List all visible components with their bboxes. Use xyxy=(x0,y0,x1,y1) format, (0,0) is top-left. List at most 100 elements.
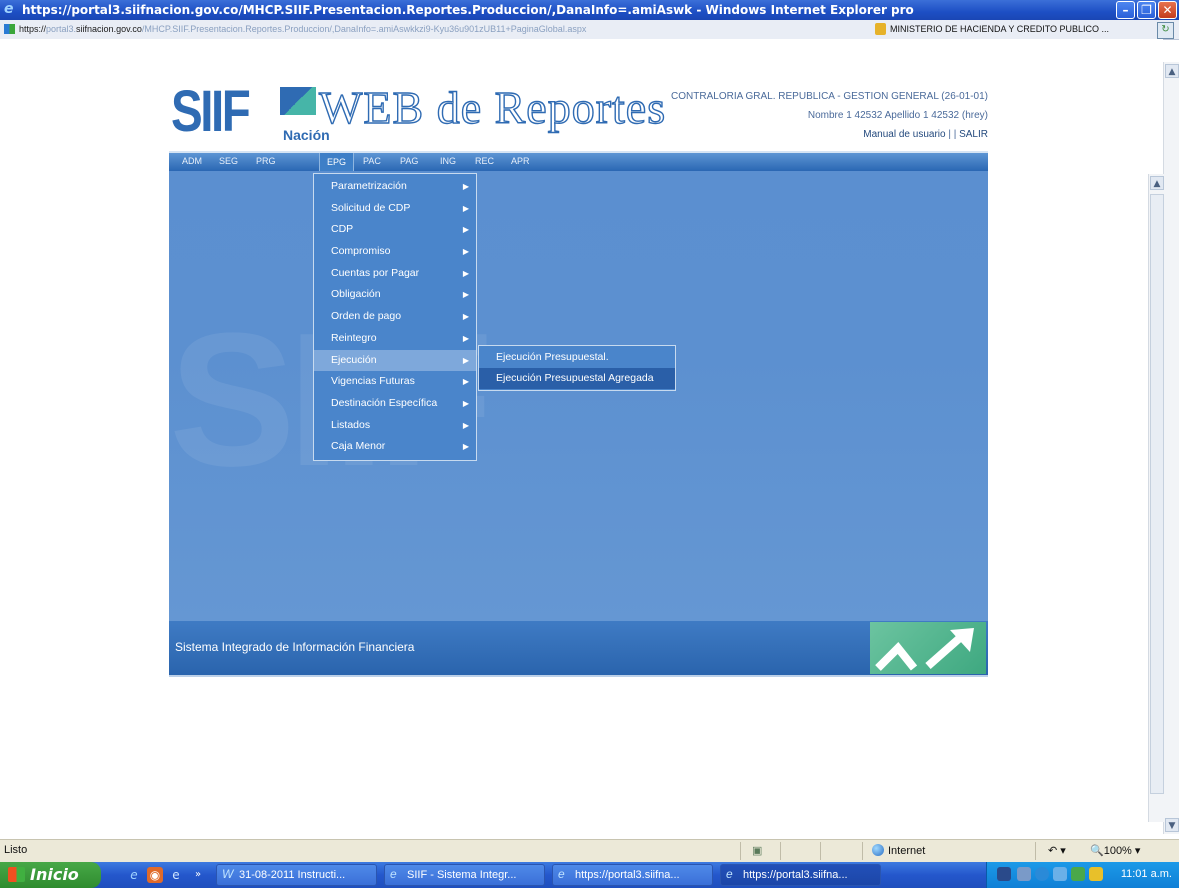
scroll-down-icon[interactable]: ▼ xyxy=(1165,818,1179,832)
manual-link[interactable]: Manual de usuario xyxy=(863,129,945,140)
task-siif[interactable]: e SIIF - Sistema Integr... xyxy=(384,864,545,886)
nav-ing[interactable]: ING xyxy=(440,156,456,166)
nav-prg[interactable]: PRG xyxy=(256,156,276,166)
shield-icon[interactable] xyxy=(1071,867,1085,881)
chevron-right-icon: ▶ xyxy=(462,225,469,235)
menu-item-listados[interactable]: Listados ▶ xyxy=(314,415,476,437)
task-browser-1[interactable]: e https://portal3.siifna... xyxy=(552,864,713,886)
siif-logo: SIIF Nación xyxy=(171,79,332,144)
menu-item-parametrizacion[interactable]: Parametrización ▶ xyxy=(314,176,476,198)
menu-item-compromiso[interactable]: Compromiso ▶ xyxy=(314,241,476,263)
clock: 11:01 a.m. xyxy=(1120,868,1172,880)
chevron-right-icon: ▶ xyxy=(462,182,469,191)
system-tray: 11:01 a.m. xyxy=(986,862,1179,888)
inner-scroll-up-icon[interactable]: ▲ xyxy=(1150,176,1164,190)
chevron-right-icon: ▶ xyxy=(462,247,469,257)
minimize-button[interactable]: – xyxy=(1116,1,1135,19)
task-browser-2[interactable]: e https://portal3.siifna... xyxy=(720,864,881,886)
menu-item-caja-menor[interactable]: Caja Menor ▶ xyxy=(314,436,476,458)
outer-scrollbar[interactable]: ▲ ▼ xyxy=(1163,62,1179,834)
nav-pag[interactable]: PAG xyxy=(400,156,418,166)
window-title-bar[interactable]: e https://portal3.siifnacion.gov.co/MHCP… xyxy=(0,0,1179,20)
submenu-ejecucion-presupuestal[interactable]: Ejecución Presupuestal. xyxy=(479,347,675,368)
chevron-right-icon: ▶ xyxy=(462,268,469,278)
nav-seg[interactable]: SEG xyxy=(219,156,238,166)
chevron-right-icon: ▶ xyxy=(462,290,469,300)
network-icon[interactable] xyxy=(1017,867,1031,881)
nav-rec[interactable]: REC xyxy=(475,156,494,166)
chevron-right-icon: ▶ xyxy=(462,442,469,452)
status-bar: Listo ▣ Internet ↶ ▾ 🔍100% ▾ xyxy=(0,839,1179,863)
menu-item-obligacion[interactable]: Obligación ▶ xyxy=(314,284,476,306)
quicklaunch-more-icon[interactable]: » xyxy=(190,867,206,883)
main-panel: SIIF xyxy=(169,171,988,621)
menu-item-cdp[interactable]: CDP ▶ xyxy=(314,219,476,241)
start-button[interactable]: Inicio xyxy=(0,862,101,888)
ie-icon: e xyxy=(726,867,733,881)
chevron-right-icon: ▶ xyxy=(462,420,469,430)
app-title: WEB de Reportes xyxy=(318,81,667,133)
entity-label: CONTRALORIA GRAL. REPUBLICA - GESTION GE… xyxy=(671,91,988,102)
app-header: SIIF Nación WEB de Reportes CONTRALORIA … xyxy=(169,77,988,151)
page-icon: ▣ xyxy=(752,845,763,857)
menu-item-solicitud-cdp[interactable]: Solicitud de CDP ▶ xyxy=(314,198,476,220)
menu-item-orden-de-pago[interactable]: Orden de pago ▶ xyxy=(314,306,476,328)
quicklaunch-app-icon[interactable]: ◉ xyxy=(147,867,163,883)
address-bar[interactable]: https://portal3.siifnacion.gov.co/MHCP.S… xyxy=(0,20,1179,40)
restore-button[interactable]: ❐ xyxy=(1137,1,1156,19)
scroll-thumb[interactable] xyxy=(1150,194,1164,794)
submenu-ejecucion-presupuestal-agregada[interactable]: Ejecución Presupuestal Agregada xyxy=(479,368,675,389)
nav-adm[interactable]: ADM xyxy=(182,156,202,166)
globe-icon xyxy=(872,844,884,856)
user-label: Nombre 1 42532 Apellido 1 42532 (hrey) xyxy=(807,110,988,121)
url-text[interactable]: https://portal3.siifnacion.gov.co/MHCP.S… xyxy=(19,24,586,34)
nav-pac[interactable]: PAC xyxy=(363,156,381,166)
nav-apr[interactable]: APR xyxy=(511,156,530,166)
ie-icon: e xyxy=(558,867,565,881)
chevron-right-icon: ▶ xyxy=(462,377,469,387)
logo-mark-icon xyxy=(280,87,316,115)
app-footer: Sistema Integrado de Información Financi… xyxy=(169,621,988,677)
certificate-label[interactable]: MINISTERIO DE HACIENDA Y CREDITO PUBLICO… xyxy=(890,24,1109,34)
quicklaunch-ie2-icon[interactable]: e xyxy=(168,867,184,883)
quicklaunch-ie-icon[interactable]: e xyxy=(126,867,142,883)
update-icon[interactable] xyxy=(1089,867,1103,881)
nav-epg[interactable]: EPG xyxy=(319,153,355,171)
menu-item-reintegro[interactable]: Reintegro ▶ xyxy=(314,328,476,350)
ie-icon: e xyxy=(4,1,14,17)
close-button[interactable]: ✕ xyxy=(1158,1,1177,19)
chevron-right-icon: ▶ xyxy=(462,355,469,365)
chevron-right-icon: ▶ xyxy=(462,312,469,322)
logout-link[interactable]: SALIR xyxy=(959,129,988,140)
menu-item-vigencias-futuras[interactable]: Vigencias Futuras ▶ xyxy=(314,371,476,393)
zoom-control[interactable]: 🔍100% ▾ xyxy=(1090,844,1140,857)
menu-item-destinacion-especifica[interactable]: Destinación Específica ▶ xyxy=(314,393,476,415)
protected-mode-icon[interactable]: ↶ ▾ xyxy=(1048,844,1066,857)
help-icon[interactable] xyxy=(997,867,1011,881)
ejecucion-submenu: Ejecución Presupuestal. Ejecución Presup… xyxy=(478,345,676,391)
epg-dropdown-menu: Parametrización ▶ Solicitud de CDP ▶ CDP ▶ … xyxy=(313,173,477,461)
menu-item-ejecucion[interactable]: Ejecución ▶ xyxy=(314,349,476,372)
word-icon: W xyxy=(222,867,234,881)
refresh-icon[interactable]: ↻ xyxy=(1157,22,1174,39)
favicon-icon xyxy=(4,24,15,34)
ie-icon: e xyxy=(390,867,397,881)
footer-logo-icon xyxy=(870,622,986,674)
task-word-document[interactable]: W 31-08-2011 Instructi... xyxy=(216,864,377,886)
window-title: https://portal3.siifnacion.gov.co/MHCP.S… xyxy=(22,3,914,17)
main-nav: ADM SEG PRG EPG PAC PAG ING REC APR xyxy=(169,151,988,171)
windows-flag-icon xyxy=(8,867,25,882)
chevron-right-icon: ▶ xyxy=(462,333,469,343)
zone-label: Internet xyxy=(872,844,925,857)
arrow-left-icon[interactable] xyxy=(1035,867,1049,881)
footer-text: Sistema Integrado de Información Financi… xyxy=(175,640,415,654)
chevron-right-icon: ▶ xyxy=(462,203,469,213)
scroll-up-icon[interactable]: ▲ xyxy=(1165,64,1179,78)
lock-icon[interactable] xyxy=(875,23,886,35)
taskbar: Inicio e ◉ e » W 31-08-2011 Instructi... … xyxy=(0,862,1179,888)
chevron-right-icon: ▶ xyxy=(462,398,469,408)
ie-tray-icon[interactable] xyxy=(1053,867,1067,881)
menu-item-cuentas-por-pagar[interactable]: Cuentas por Pagar ▶ xyxy=(314,263,476,285)
status-text: Listo xyxy=(4,844,28,856)
inner-scrollbar[interactable]: ▲ xyxy=(1148,174,1165,822)
